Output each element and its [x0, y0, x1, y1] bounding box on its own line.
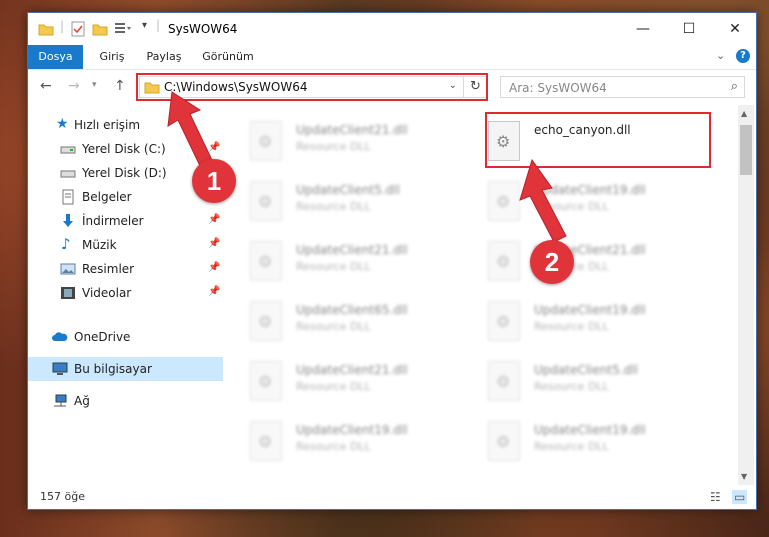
step-2-badge: 2	[530, 240, 574, 284]
arrow-2-icon	[519, 158, 567, 243]
step-1-badge: 1	[192, 159, 236, 203]
annotation-arrows	[167, 91, 567, 243]
arrow-1-icon	[167, 91, 213, 167]
